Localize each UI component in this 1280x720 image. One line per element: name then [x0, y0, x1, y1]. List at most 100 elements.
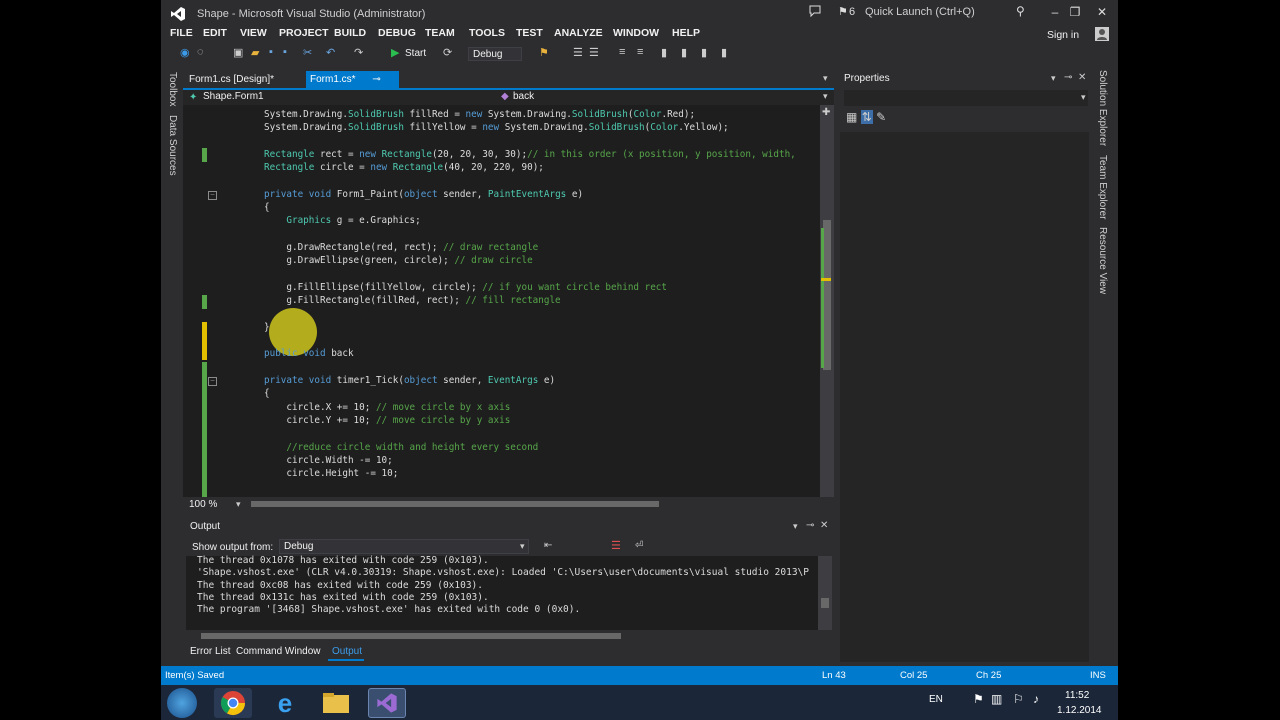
next-bookmark-icon[interactable]: ▮: [701, 46, 707, 59]
prev-bookmark-icon[interactable]: ▮: [681, 46, 687, 59]
solution-config-select[interactable]: Debug: [468, 47, 522, 61]
properties-menu-icon[interactable]: ▾: [1051, 73, 1056, 84]
save-all-icon[interactable]: ▪: [283, 46, 287, 58]
properties-object-chevron-icon[interactable]: ▾: [1081, 92, 1086, 103]
visual-studio-taskbar-icon[interactable]: [368, 688, 406, 718]
zoom-chevron-icon[interactable]: ▾: [236, 499, 241, 510]
output-source-chevron-icon[interactable]: ▾: [520, 541, 525, 552]
menu-build[interactable]: BUILD: [334, 27, 366, 39]
menu-file[interactable]: FILE: [170, 27, 193, 39]
outdent-icon[interactable]: ≡: [637, 46, 643, 58]
menu-edit[interactable]: EDIT: [203, 27, 227, 39]
file-explorer-icon[interactable]: [317, 688, 355, 718]
cut-icon[interactable]: ✂: [303, 46, 312, 59]
output-menu-icon[interactable]: ▾: [793, 521, 798, 532]
start-orb-icon[interactable]: [167, 688, 197, 718]
bookmark-icon[interactable]: ▮: [661, 46, 667, 59]
menu-window[interactable]: WINDOW: [613, 27, 659, 39]
toolbox-tab[interactable]: Toolbox: [167, 72, 178, 106]
tab-output[interactable]: Output: [332, 646, 362, 657]
code-line: Rectangle rect = new Rectangle(20, 20, 3…: [264, 149, 796, 160]
code-line: g.FillEllipse(fillYellow, circle); // if…: [264, 282, 668, 293]
pin-icon[interactable]: ⊸: [372, 74, 380, 85]
start-button[interactable]: Start: [405, 48, 426, 59]
split-editor-icon[interactable]: ✚: [822, 107, 830, 118]
back-nav-icon[interactable]: ◉: [180, 46, 190, 59]
property-pages-icon[interactable]: ✎: [876, 110, 886, 124]
new-project-icon[interactable]: ▣: [233, 46, 243, 59]
collapse-icon[interactable]: −: [208, 191, 217, 200]
categorized-icon[interactable]: ▦: [846, 110, 857, 124]
find-in-files-icon[interactable]: ⚑: [539, 46, 549, 59]
output-line: The thread 0xc08 has exited with code 25…: [197, 580, 483, 591]
clock-date[interactable]: 1.12.2014: [1057, 705, 1102, 716]
properties-close-icon[interactable]: ✕: [1078, 72, 1086, 83]
tab-overflow-icon[interactable]: ▾: [823, 73, 828, 84]
find-message-icon[interactable]: ⇤: [544, 540, 552, 551]
quick-launch-input[interactable]: Quick Launch (Ctrl+Q): [865, 5, 1029, 21]
resource-view-tab[interactable]: Resource View: [1097, 227, 1108, 294]
forward-nav-icon[interactable]: ◌: [197, 46, 204, 58]
solution-explorer-tab[interactable]: Solution Explorer: [1097, 70, 1108, 146]
start-icon[interactable]: ▶: [391, 46, 399, 59]
output-pin-icon[interactable]: ⊸: [806, 520, 814, 531]
volume-icon[interactable]: ♪: [1033, 692, 1039, 706]
search-icon[interactable]: ⚲: [1016, 4, 1025, 18]
menu-debug[interactable]: DEBUG: [378, 27, 416, 39]
menu-test[interactable]: TEST: [516, 27, 543, 39]
feedback-icon[interactable]: [809, 5, 821, 20]
internet-explorer-icon[interactable]: e: [266, 688, 304, 718]
word-wrap-icon[interactable]: ⏎: [635, 540, 643, 551]
menu-analyze[interactable]: ANALYZE: [554, 27, 603, 39]
action-center-icon[interactable]: ⚑: [973, 692, 984, 706]
menu-view[interactable]: VIEW: [240, 27, 267, 39]
indent-icon[interactable]: ≡: [619, 46, 625, 58]
collapse-icon[interactable]: −: [208, 377, 217, 386]
clear-all-icon[interactable]: ☰: [611, 539, 621, 552]
language-indicator[interactable]: EN: [929, 694, 943, 705]
output-vscroll-thumb[interactable]: [821, 598, 829, 608]
member-dropdown[interactable]: back: [513, 90, 534, 104]
open-file-icon[interactable]: ▰: [251, 46, 259, 59]
properties-pin-icon[interactable]: ⊸: [1064, 72, 1072, 83]
close-button[interactable]: ✕: [1090, 4, 1114, 20]
menu-project[interactable]: PROJECT: [279, 27, 329, 39]
chrome-taskbar-icon[interactable]: [214, 688, 252, 718]
output-close-icon[interactable]: ✕: [820, 520, 828, 531]
notifications-flag-icon[interactable]: ⚑: [838, 5, 848, 18]
menu-tools[interactable]: TOOLS: [469, 27, 505, 39]
undo-icon[interactable]: ↶: [326, 46, 335, 59]
properties-object-select[interactable]: [844, 90, 1088, 106]
clock-time[interactable]: 11:52: [1065, 690, 1089, 701]
zoom-level[interactable]: 100 %: [189, 499, 217, 510]
output-vertical-scrollbar[interactable]: [818, 556, 832, 630]
code-line: circle.X += 10; // move circle by x axis: [264, 402, 511, 413]
change-marker: [202, 295, 207, 309]
output-hscroll-thumb[interactable]: [201, 633, 621, 639]
restore-button[interactable]: ❐: [1063, 4, 1087, 20]
tab-error-list[interactable]: Error List: [190, 646, 231, 657]
data-sources-tab[interactable]: Data Sources: [167, 115, 178, 176]
tab-command-window[interactable]: Command Window: [236, 646, 320, 657]
redo-icon[interactable]: ↷: [354, 46, 363, 59]
tab-form1-design[interactable]: Form1.cs [Design]*: [185, 71, 295, 88]
tab-form1-cs[interactable]: Form1.cs* ⊸ ✕: [306, 71, 399, 102]
clear-bookmarks-icon[interactable]: ▮: [721, 46, 727, 59]
uncomment-icon[interactable]: ☰: [589, 46, 599, 59]
refresh-icon[interactable]: ⟳: [443, 46, 452, 59]
save-icon[interactable]: ▪: [269, 46, 273, 58]
editor-scroll-thumb[interactable]: [823, 220, 831, 370]
code-line: System.Drawing.SolidBrush fillRed = new …: [264, 109, 696, 120]
editor-hscroll-thumb[interactable]: [251, 501, 659, 507]
member-dropdown-chevron-icon[interactable]: ▾: [823, 91, 828, 102]
menu-help[interactable]: HELP: [672, 27, 700, 39]
network-icon[interactable]: ▥: [991, 692, 1002, 706]
team-explorer-tab[interactable]: Team Explorer: [1097, 155, 1108, 219]
alphabetical-icon[interactable]: ⇅: [860, 110, 873, 124]
comment-icon[interactable]: ☰: [573, 46, 583, 59]
menu-team[interactable]: TEAM: [425, 27, 455, 39]
output-source-select[interactable]: Debug: [279, 539, 529, 554]
class-dropdown[interactable]: Shape.Form1: [203, 90, 264, 104]
scroll-caret-marker: [821, 278, 831, 281]
flag-icon[interactable]: ⚐: [1013, 692, 1024, 706]
